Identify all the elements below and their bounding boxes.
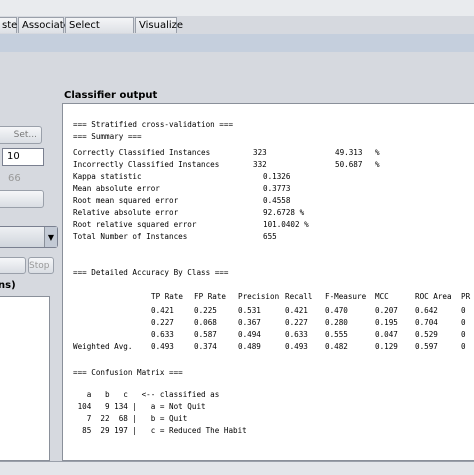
accuracy-cell: 0.068 [194, 318, 217, 327]
summary-value: 332 [253, 160, 267, 169]
summary-value: 0.1326 [263, 172, 291, 181]
accuracy-cell: 0.642 [415, 306, 438, 315]
summary-value: 0.4558 [263, 196, 291, 205]
accuracy-cell: 0.489 [238, 342, 261, 351]
accuracy-cell: 0.482 [325, 342, 348, 351]
accuracy-cell: 0.374 [194, 342, 217, 351]
accuracy-column-header: F-Measure [325, 292, 367, 301]
accuracy-column-header: Recall [285, 292, 313, 301]
accuracy-cell: 0.227 [151, 318, 174, 327]
accuracy-cell: 0.531 [238, 306, 261, 315]
tab-associate[interactable]: Associate [18, 17, 70, 33]
accuracy-cell: 0.227 [285, 318, 308, 327]
summary-percent: 49.313 [335, 148, 363, 157]
stop-button[interactable]: Stop [28, 257, 54, 274]
confusion-line: 104 9 134 | a = Not Quit [73, 402, 206, 411]
accuracy-column-header: TP Rate [151, 292, 184, 301]
confusion-line: 85 29 197 | c = Reduced The Habit [73, 426, 247, 435]
accuracy-cell: 0.597 [415, 342, 438, 351]
accuracy-cell: 0.421 [151, 306, 174, 315]
accuracy-column-header: MCC [375, 292, 389, 301]
percentage-split-field[interactable]: 66 [8, 173, 21, 184]
accuracy-cell: 0 [461, 318, 466, 327]
accuracy-cell: 0.195 [375, 318, 398, 327]
status-bar [0, 461, 474, 475]
summary-unit: % [375, 160, 380, 169]
accuracy-row-label: Weighted Avg. [73, 342, 133, 351]
accuracy-cell: 0.225 [194, 306, 217, 315]
confusion-line: 7 22 68 | b = Quit [73, 414, 188, 423]
summary-value: 101.0402 % [263, 220, 309, 229]
summary-value: 323 [253, 148, 267, 157]
explorer-tab-bar: ster Associate Select attributes Visuali… [0, 16, 474, 47]
folds-field[interactable]: 10 [2, 148, 44, 166]
chevron-down-icon: ▼ [44, 227, 57, 247]
accuracy-cell: 0.529 [415, 330, 438, 339]
summary-label: Relative absolute error [73, 208, 179, 217]
classifier-output-text[interactable]: === Stratified cross-validation === === … [62, 103, 474, 461]
summary-unit: % [375, 148, 380, 157]
class-attribute-dropdown[interactable]: ▼ [0, 226, 58, 248]
accuracy-cell: 0.555 [325, 330, 348, 339]
result-list[interactable] [0, 296, 50, 461]
accuracy-cell: 0.494 [238, 330, 261, 339]
accuracy-cell: 0.470 [325, 306, 348, 315]
summary-value: 655 [263, 232, 277, 241]
accuracy-cell: 0.633 [285, 330, 308, 339]
accuracy-header: === Detailed Accuracy By Class === [73, 268, 229, 277]
classifier-choice-bar [0, 34, 474, 52]
summary-label: Total Number of Instances [73, 232, 188, 241]
summary-label: Incorrectly Classified Instances [73, 160, 220, 169]
tab-visualize[interactable]: Visualize [135, 17, 183, 33]
confusion-line: a b c <-- classified as [73, 390, 220, 399]
classifier-output-title: Classifier output [64, 90, 158, 101]
tab-select-attributes[interactable]: Select attributes [65, 17, 134, 47]
summary-label: Correctly Classified Instances [73, 148, 211, 157]
accuracy-cell: 0.633 [151, 330, 174, 339]
summary-label: Root mean squared error [73, 196, 179, 205]
summary-percent: 50.687 [335, 160, 363, 169]
set-button[interactable]: Set... [0, 126, 42, 144]
accuracy-cell: 0.587 [194, 330, 217, 339]
accuracy-cell: 0.493 [285, 342, 308, 351]
summary-value: 0.3773 [263, 184, 291, 193]
confusion-header: === Confusion Matrix === [73, 368, 183, 377]
tab-cluster[interactable]: ster [0, 17, 21, 33]
summary-header: === Summary === [73, 132, 142, 141]
accuracy-cell: 0.280 [325, 318, 348, 327]
summary-value: 92.6728 % [263, 208, 305, 217]
accuracy-column-header: PR [461, 292, 471, 301]
accuracy-cell: 0.493 [151, 342, 174, 351]
accuracy-cell: 0 [461, 342, 466, 351]
accuracy-cell: 0.367 [238, 318, 261, 327]
window-top-bar [0, 0, 474, 16]
accuracy-cell: 0.704 [415, 318, 438, 327]
accuracy-cell: 0.421 [285, 306, 308, 315]
accuracy-cell: 0 [461, 330, 466, 339]
cv-header: === Stratified cross-validation === [73, 120, 234, 129]
more-options-button[interactable] [0, 190, 44, 208]
accuracy-cell: 0.129 [375, 342, 398, 351]
summary-label: Mean absolute error [73, 184, 160, 193]
accuracy-column-header: Precision [238, 292, 280, 301]
summary-label: Kappa statistic [73, 172, 142, 181]
accuracy-column-header: ROC Area [415, 292, 452, 301]
accuracy-column-header: FP Rate [194, 292, 227, 301]
test-options-panel: Set... 10 66 ▼ Stop ns) [0, 52, 58, 474]
summary-label: Root relative squared error [73, 220, 197, 229]
accuracy-cell: 0 [461, 306, 466, 315]
accuracy-cell: 0.047 [375, 330, 398, 339]
result-list-title: ns) [0, 280, 16, 291]
start-button[interactable] [0, 257, 26, 274]
accuracy-cell: 0.207 [375, 306, 398, 315]
